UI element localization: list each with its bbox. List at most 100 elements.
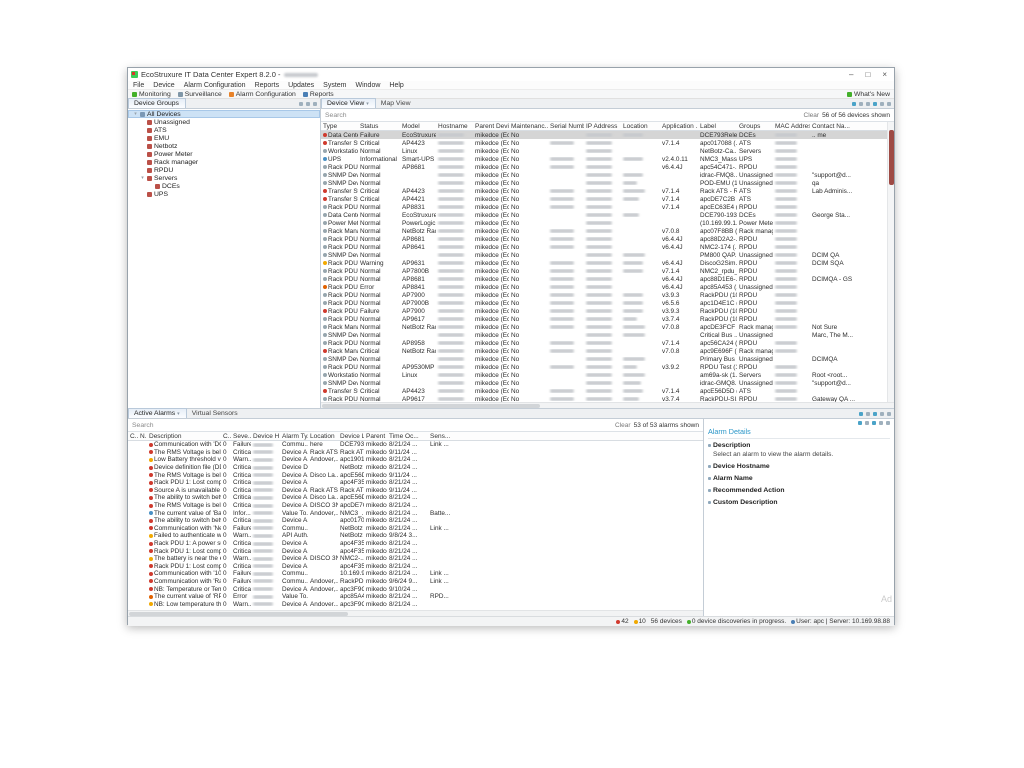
alarm-row[interactable]: The RMS Voltage is below ...0CriticalDev… [128, 449, 703, 457]
device-row[interactable]: Rack PDUNormalAP7800Bmikedce (Ec...Nov7.… [321, 267, 894, 275]
help-icon[interactable] [872, 421, 876, 425]
device-row[interactable]: Data CenterNormalEcoStruxure ...mikedce … [321, 211, 894, 219]
alarm-row[interactable]: Source A is unavailable or ...0CriticalD… [128, 487, 703, 495]
device-row[interactable]: Rack PDUErrorAP8841mikedce (Ec...Nov6.4.… [321, 283, 894, 291]
filter-icon[interactable] [859, 102, 863, 106]
menu-item-file[interactable]: File [133, 82, 144, 89]
alarm-row[interactable]: The RMS Voltage is below ...0CriticalDev… [128, 502, 703, 510]
device-row[interactable]: Rack ManagNormalNetBotz Rac...mikedce (E… [321, 227, 894, 235]
column-header-sens[interactable]: Sens... [428, 433, 703, 440]
view-menu-icon[interactable] [879, 421, 883, 425]
device-row[interactable]: Transfer SwiCriticalAP4423mikedce (Ec...… [321, 387, 894, 395]
tab-device-groups[interactable]: Device Groups [128, 98, 186, 108]
column-header-model[interactable]: Model [400, 123, 436, 130]
device-clear-link[interactable]: Clear [804, 112, 820, 119]
view-menu-icon[interactable] [306, 102, 310, 106]
alarm-row[interactable]: The battery is near the end...0Warn...De… [128, 555, 703, 563]
column-header-parent-device[interactable]: Parent Device [473, 123, 509, 130]
column-header-description[interactable]: Description [147, 433, 221, 440]
minimize-view-icon[interactable] [887, 412, 891, 416]
device-row[interactable]: Rack PDUNormalAP7900Bmikedce (Ec...Nov6.… [321, 299, 894, 307]
device-row[interactable]: UPSInformationalSmart-UPS 7...mikedce (E… [321, 155, 894, 163]
maximize-button[interactable]: □ [865, 68, 870, 81]
view-menu-icon[interactable] [880, 412, 884, 416]
device-vscroll-thumb[interactable] [889, 130, 894, 185]
tab-map-view[interactable]: Map View [376, 99, 417, 108]
tree-item-netbotz[interactable]: Netbotz [128, 142, 320, 150]
device-search-input[interactable]: Search [325, 112, 347, 119]
alarm-row[interactable]: Rack PDU 1: Lost compon...0CriticalDevic… [128, 547, 703, 555]
device-row[interactable]: Rack PDUNormalAP8681mikedce (Ec...Nov6.4… [321, 235, 894, 243]
alarm-row[interactable]: The RMS Voltage is below ...0CriticalDev… [128, 471, 703, 479]
alarm-row[interactable]: Rack PDU 1: A power supp...0CriticalDevi… [128, 540, 703, 548]
tree-item-rack-manager[interactable]: Rack manager [128, 158, 320, 166]
view-menu-icon[interactable] [880, 102, 884, 106]
column-header-status[interactable]: Status [358, 123, 400, 130]
device-row[interactable]: Rack PDUNormalAP8958mikedce (Ec...Nov7.1… [321, 339, 894, 347]
refresh-icon[interactable] [852, 102, 856, 106]
device-row[interactable]: Rack PDUWarningAP9631mikedce (Ec...Nov6.… [321, 259, 894, 267]
column-header-c[interactable]: C... [128, 433, 138, 440]
close-button[interactable]: × [882, 68, 887, 81]
perspective-tab-reports[interactable]: Reports [303, 91, 334, 98]
alarm-row[interactable]: Communication with 'NetB...0FailureCommu… [128, 525, 703, 533]
column-header-device-h[interactable]: Device H... [251, 433, 280, 440]
new-group-icon[interactable] [299, 102, 303, 106]
device-row[interactable]: Rack PDUNormalAP8681mikedce (Ec...Nov6.4… [321, 163, 894, 171]
column-header-time-oc[interactable]: Time Oc... [387, 433, 428, 440]
column-header-serial-number[interactable]: Serial Number [548, 123, 584, 130]
alarm-row[interactable]: The ability to switch betwe...0CriticalD… [128, 494, 703, 502]
refresh-icon[interactable] [858, 421, 862, 425]
alarm-search-input[interactable]: Search [132, 422, 154, 429]
minimize-view-icon[interactable] [887, 102, 891, 106]
device-row[interactable]: Rack PDUNormalAP8831mikedce (Ec...Nov7.1… [321, 203, 894, 211]
tab-virtual-sensors[interactable]: Virtual Sensors [187, 409, 244, 418]
column-header-type[interactable]: Type [321, 123, 358, 130]
device-row[interactable]: WorkstationNormalLinuxmikedce (Ec...NoNe… [321, 147, 894, 155]
alarm-row[interactable]: NB: Temperature or Tempe...0CriticalDevi… [128, 585, 703, 593]
device-row[interactable]: Rack PDUNormalAP7900mikedce (Ec...Nov3.9… [321, 291, 894, 299]
tree-item-all-devices[interactable]: ▾All Devices [128, 110, 320, 118]
menu-item-updates[interactable]: Updates [288, 82, 314, 89]
menu-item-alarm-configuration[interactable]: Alarm Configuration [184, 82, 246, 89]
alarm-row[interactable]: Communication with 'Rack.0FailureCommu..… [128, 578, 703, 586]
tree-item-ups[interactable]: UPS [128, 190, 320, 198]
alarm-row[interactable]: The ability to switch betwe...0CriticalD… [128, 517, 703, 525]
device-row[interactable]: Rack ManagNormalNetBotz Rac...mikedce (E… [321, 323, 894, 331]
perspective-tab-monitoring[interactable]: Monitoring [132, 91, 171, 98]
column-header-device-l[interactable]: Device L... [338, 433, 364, 440]
tree-item-unassigned[interactable]: Unassigned [128, 118, 320, 126]
device-row[interactable]: SNMP DevicNormalmikedce (Ec...NoPOD-EMU … [321, 179, 894, 187]
refresh-icon[interactable] [859, 412, 863, 416]
device-row[interactable]: Rack PDUFailureAP7900mikedce (Ec...Nov3.… [321, 307, 894, 315]
tab-device-view[interactable]: Device View ▾ [321, 98, 376, 108]
column-header-location[interactable]: Location [308, 433, 338, 440]
device-row[interactable]: Transfer SwiCriticalAP4423mikedce (Ec...… [321, 187, 894, 195]
perspective-tab-alarm-configuration[interactable]: Alarm Configuration [229, 91, 296, 98]
column-header-parent-d[interactable]: Parent D... [364, 433, 387, 440]
alarm-row[interactable]: Rack PDU 1: Lost compon...0CriticalDevic… [128, 563, 703, 571]
menu-item-system[interactable]: System [323, 82, 346, 89]
device-row[interactable]: Rack PDUNormalAP8681mikedce (Ec...Nov6.4… [321, 275, 894, 283]
pin-icon[interactable] [866, 412, 870, 416]
columns-icon[interactable] [866, 102, 870, 106]
alarm-row[interactable]: Failed to authenticate with...0Warn...AP… [128, 532, 703, 540]
device-row[interactable]: Rack PDUNormalAP8641mikedce (Ec...Nov6.4… [321, 243, 894, 251]
device-row[interactable]: SNMP DevicNormalmikedce (Ec...NoPM800 QA… [321, 251, 894, 259]
export-icon[interactable] [873, 102, 877, 106]
menu-item-help[interactable]: Help [389, 82, 403, 89]
device-row[interactable]: Rack PDUNormalAP9617mikedce (Ec...Nov3.7… [321, 395, 894, 402]
device-row[interactable]: SNMP DevicNormalmikedce (Ec...NoPrimary … [321, 355, 894, 363]
whats-new-link[interactable]: What's New [847, 91, 890, 98]
menu-item-reports[interactable]: Reports [255, 82, 280, 89]
tree-item-power-meter[interactable]: Power Meter [128, 150, 320, 158]
device-row[interactable]: Rack PDUNormalAP9617mikedce (Ec...Nov3.7… [321, 315, 894, 323]
device-row[interactable]: SNMP DevicNormalmikedce (Ec...Noidrac-FM… [321, 171, 894, 179]
device-row[interactable]: WorkstationNormalLinuxmikedce (Ec...Noam… [321, 371, 894, 379]
minimize-view-icon[interactable] [313, 102, 317, 106]
column-header-alarm-ty[interactable]: Alarm Ty... [280, 433, 308, 440]
device-row[interactable]: Rack PDUNormalAP9530MPmikedce (Ec...Nov3… [321, 363, 894, 371]
device-row[interactable]: Transfer SwiCriticalAP4423mikedce (Ec...… [321, 139, 894, 147]
tree-item-rpdu[interactable]: RPDU [128, 166, 320, 174]
device-hscrollbar[interactable] [321, 402, 894, 408]
